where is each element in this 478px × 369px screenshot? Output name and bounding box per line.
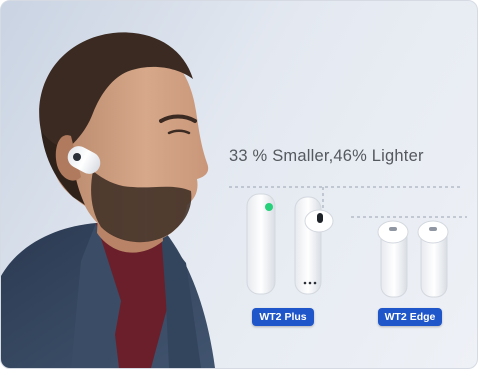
headline-text: 33 % Smaller,46% Lighter [229, 147, 424, 165]
wt2-edge-badge: WT2 Edge [378, 308, 442, 326]
wt2-edge-earbuds [377, 220, 449, 298]
wt2-plus-earbuds [246, 193, 334, 295]
wt2-plus-badge: WT2 Plus [252, 308, 314, 326]
man-figure [1, 32, 215, 368]
product-image-card[interactable]: 33 % Smaller,46% Lighter WT2 Plus WT2 Ed… [0, 0, 478, 369]
